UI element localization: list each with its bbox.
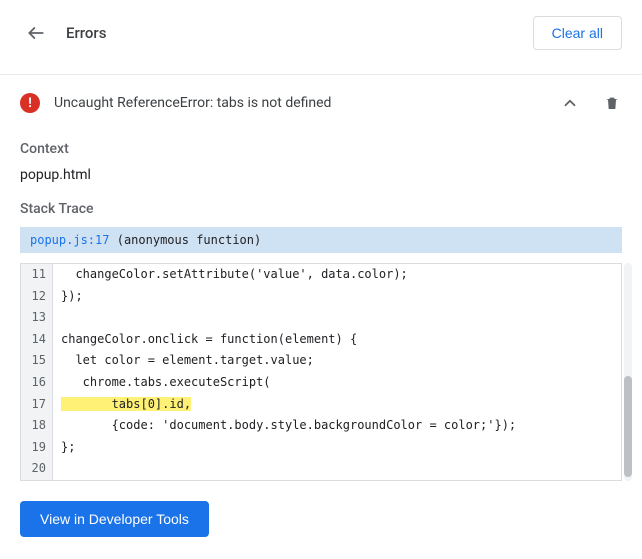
page-header: Errors Clear all	[20, 12, 622, 62]
code-line: 17 tabs[0].id,	[21, 394, 621, 416]
code-text: let color = element.target.value;	[53, 350, 314, 372]
stack-trace-heading: Stack Trace	[20, 201, 622, 217]
code-text	[53, 307, 61, 329]
scrollbar-track[interactable]	[624, 263, 632, 481]
line-number: 18	[21, 415, 53, 437]
stack-frame[interactable]: popup.js:17 (anonymous function)	[20, 227, 622, 253]
code-text: };	[53, 437, 75, 459]
error-icon-glyph: !	[28, 97, 32, 110]
back-arrow-icon[interactable]	[24, 21, 48, 45]
error-title: Uncaught ReferenceError: tabs is not def…	[54, 95, 558, 111]
line-number: 12	[21, 286, 53, 308]
code-text: changeColor.onclick = function(element) …	[53, 329, 357, 351]
code-line: 19};	[21, 437, 621, 459]
line-number: 19	[21, 437, 53, 459]
code-text: changeColor.setAttribute('value', data.c…	[53, 264, 408, 286]
code-line: 15 let color = element.target.value;	[21, 350, 621, 372]
code-text: tabs[0].id,	[53, 394, 191, 416]
code-text: {code: 'document.body.style.backgroundCo…	[53, 415, 516, 437]
chevron-up-icon[interactable]	[558, 91, 582, 115]
code-line: 14changeColor.onclick = function(element…	[21, 329, 621, 351]
scrollbar-thumb[interactable]	[624, 376, 632, 476]
code-text: chrome.tabs.executeScript(	[53, 372, 271, 394]
code-line: 12});	[21, 286, 621, 308]
code-line: 16 chrome.tabs.executeScript(	[21, 372, 621, 394]
line-number: 13	[21, 307, 53, 329]
page-title: Errors	[66, 24, 533, 42]
line-number: 16	[21, 372, 53, 394]
view-in-devtools-button[interactable]: View in Developer Tools	[20, 501, 209, 537]
code-viewer: 11 changeColor.setAttribute('value', dat…	[20, 263, 622, 481]
error-icon: !	[20, 93, 40, 113]
trash-icon[interactable]	[602, 93, 622, 113]
line-number: 20	[21, 458, 53, 480]
error-row[interactable]: ! Uncaught ReferenceError: tabs is not d…	[20, 75, 622, 123]
stack-frame-location: popup.js:17	[30, 233, 109, 247]
line-number: 15	[21, 350, 53, 372]
context-heading: Context	[20, 141, 622, 157]
line-number: 17	[21, 394, 53, 416]
code-line: 20	[21, 458, 621, 480]
stack-frame-fn-label: (anonymous function)	[117, 233, 262, 247]
code-line: 11 changeColor.setAttribute('value', dat…	[21, 264, 621, 286]
code-text	[53, 458, 61, 480]
code-text: });	[53, 286, 83, 308]
context-value: popup.html	[20, 167, 622, 183]
clear-all-button[interactable]: Clear all	[533, 16, 622, 50]
line-number: 11	[21, 264, 53, 286]
code-line: 18 {code: 'document.body.style.backgroun…	[21, 415, 621, 437]
line-number: 14	[21, 329, 53, 351]
code-line: 13	[21, 307, 621, 329]
